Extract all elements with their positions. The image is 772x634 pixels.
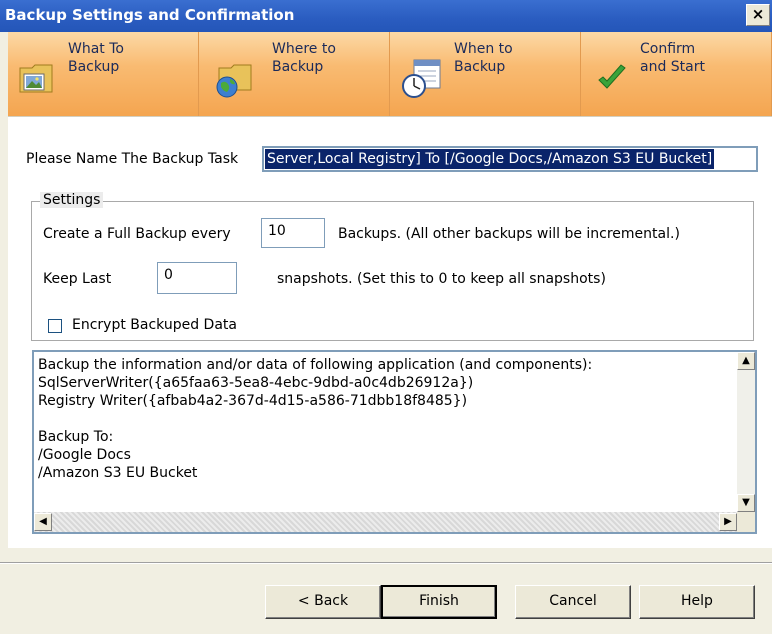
scroll-up-icon[interactable]: ▲: [737, 352, 755, 370]
step-what-to-backup[interactable]: What To Backup: [8, 32, 199, 116]
summary-textarea[interactable]: Backup the information and/or data of fo…: [32, 350, 757, 534]
calendar-clock-icon: [402, 59, 441, 98]
scroll-left-icon[interactable]: ◀: [34, 513, 52, 531]
close-button[interactable]: ×: [746, 4, 770, 26]
settings-group: Settings Create a Full Backup every 10 B…: [31, 192, 754, 341]
step-confirm-and-start[interactable]: Confirm and Start: [581, 32, 772, 116]
step-where-to-backup[interactable]: Where to Backup: [199, 32, 390, 116]
task-name-input[interactable]: Server,Local Registry] To [/Google Docs,…: [262, 146, 758, 172]
full-backup-input[interactable]: 10: [261, 218, 325, 248]
scroll-right-icon[interactable]: ▶: [719, 513, 737, 531]
folder-picture-icon: [19, 64, 53, 93]
wizard-steps: What To Backup Where to Backup When to B…: [8, 32, 772, 116]
task-name-label: Please Name The Backup Task: [26, 151, 239, 167]
scrollbar-corner: [737, 512, 755, 532]
checkmark-icon: [598, 64, 626, 89]
task-name-value: Server,Local Registry] To [/Google Docs,…: [265, 149, 715, 169]
keep-last-label: Keep Last: [43, 271, 112, 287]
step-label: When to Backup: [454, 41, 513, 75]
horizontal-scrollbar[interactable]: ◀ ▶: [34, 512, 737, 532]
keep-last-suffix: snapshots. (Set this to 0 to keep all sn…: [277, 271, 606, 287]
back-button[interactable]: < Back: [265, 585, 381, 619]
window-title: Backup Settings and Confirmation: [5, 6, 295, 24]
vertical-scrollbar[interactable]: ▲ ▼: [737, 352, 755, 512]
help-button[interactable]: Help: [639, 585, 755, 619]
full-backup-suffix: Backups. (All other backups will be incr…: [338, 226, 680, 242]
button-separator: [0, 562, 772, 564]
finish-button[interactable]: Finish: [381, 585, 497, 619]
step-label: What To Backup: [68, 41, 124, 75]
scroll-down-icon[interactable]: ▼: [737, 494, 755, 512]
summary-text: Backup the information and/or data of fo…: [38, 357, 593, 481]
settings-legend: Settings: [40, 192, 104, 208]
title-bar: Backup Settings and Confirmation ×: [0, 0, 772, 32]
step-when-to-backup[interactable]: When to Backup: [390, 32, 581, 116]
step-label: Where to Backup: [272, 41, 336, 75]
encrypt-label: Encrypt Backuped Data: [72, 317, 237, 333]
folder-globe-icon: [216, 64, 252, 98]
step-label: Confirm and Start: [640, 41, 705, 75]
full-backup-label: Create a Full Backup every: [43, 226, 231, 242]
encrypt-checkbox[interactable]: [48, 319, 62, 333]
content-panel: Please Name The Backup Task Server,Local…: [8, 116, 772, 548]
keep-last-input[interactable]: 0: [157, 262, 237, 294]
cancel-button[interactable]: Cancel: [515, 585, 631, 619]
